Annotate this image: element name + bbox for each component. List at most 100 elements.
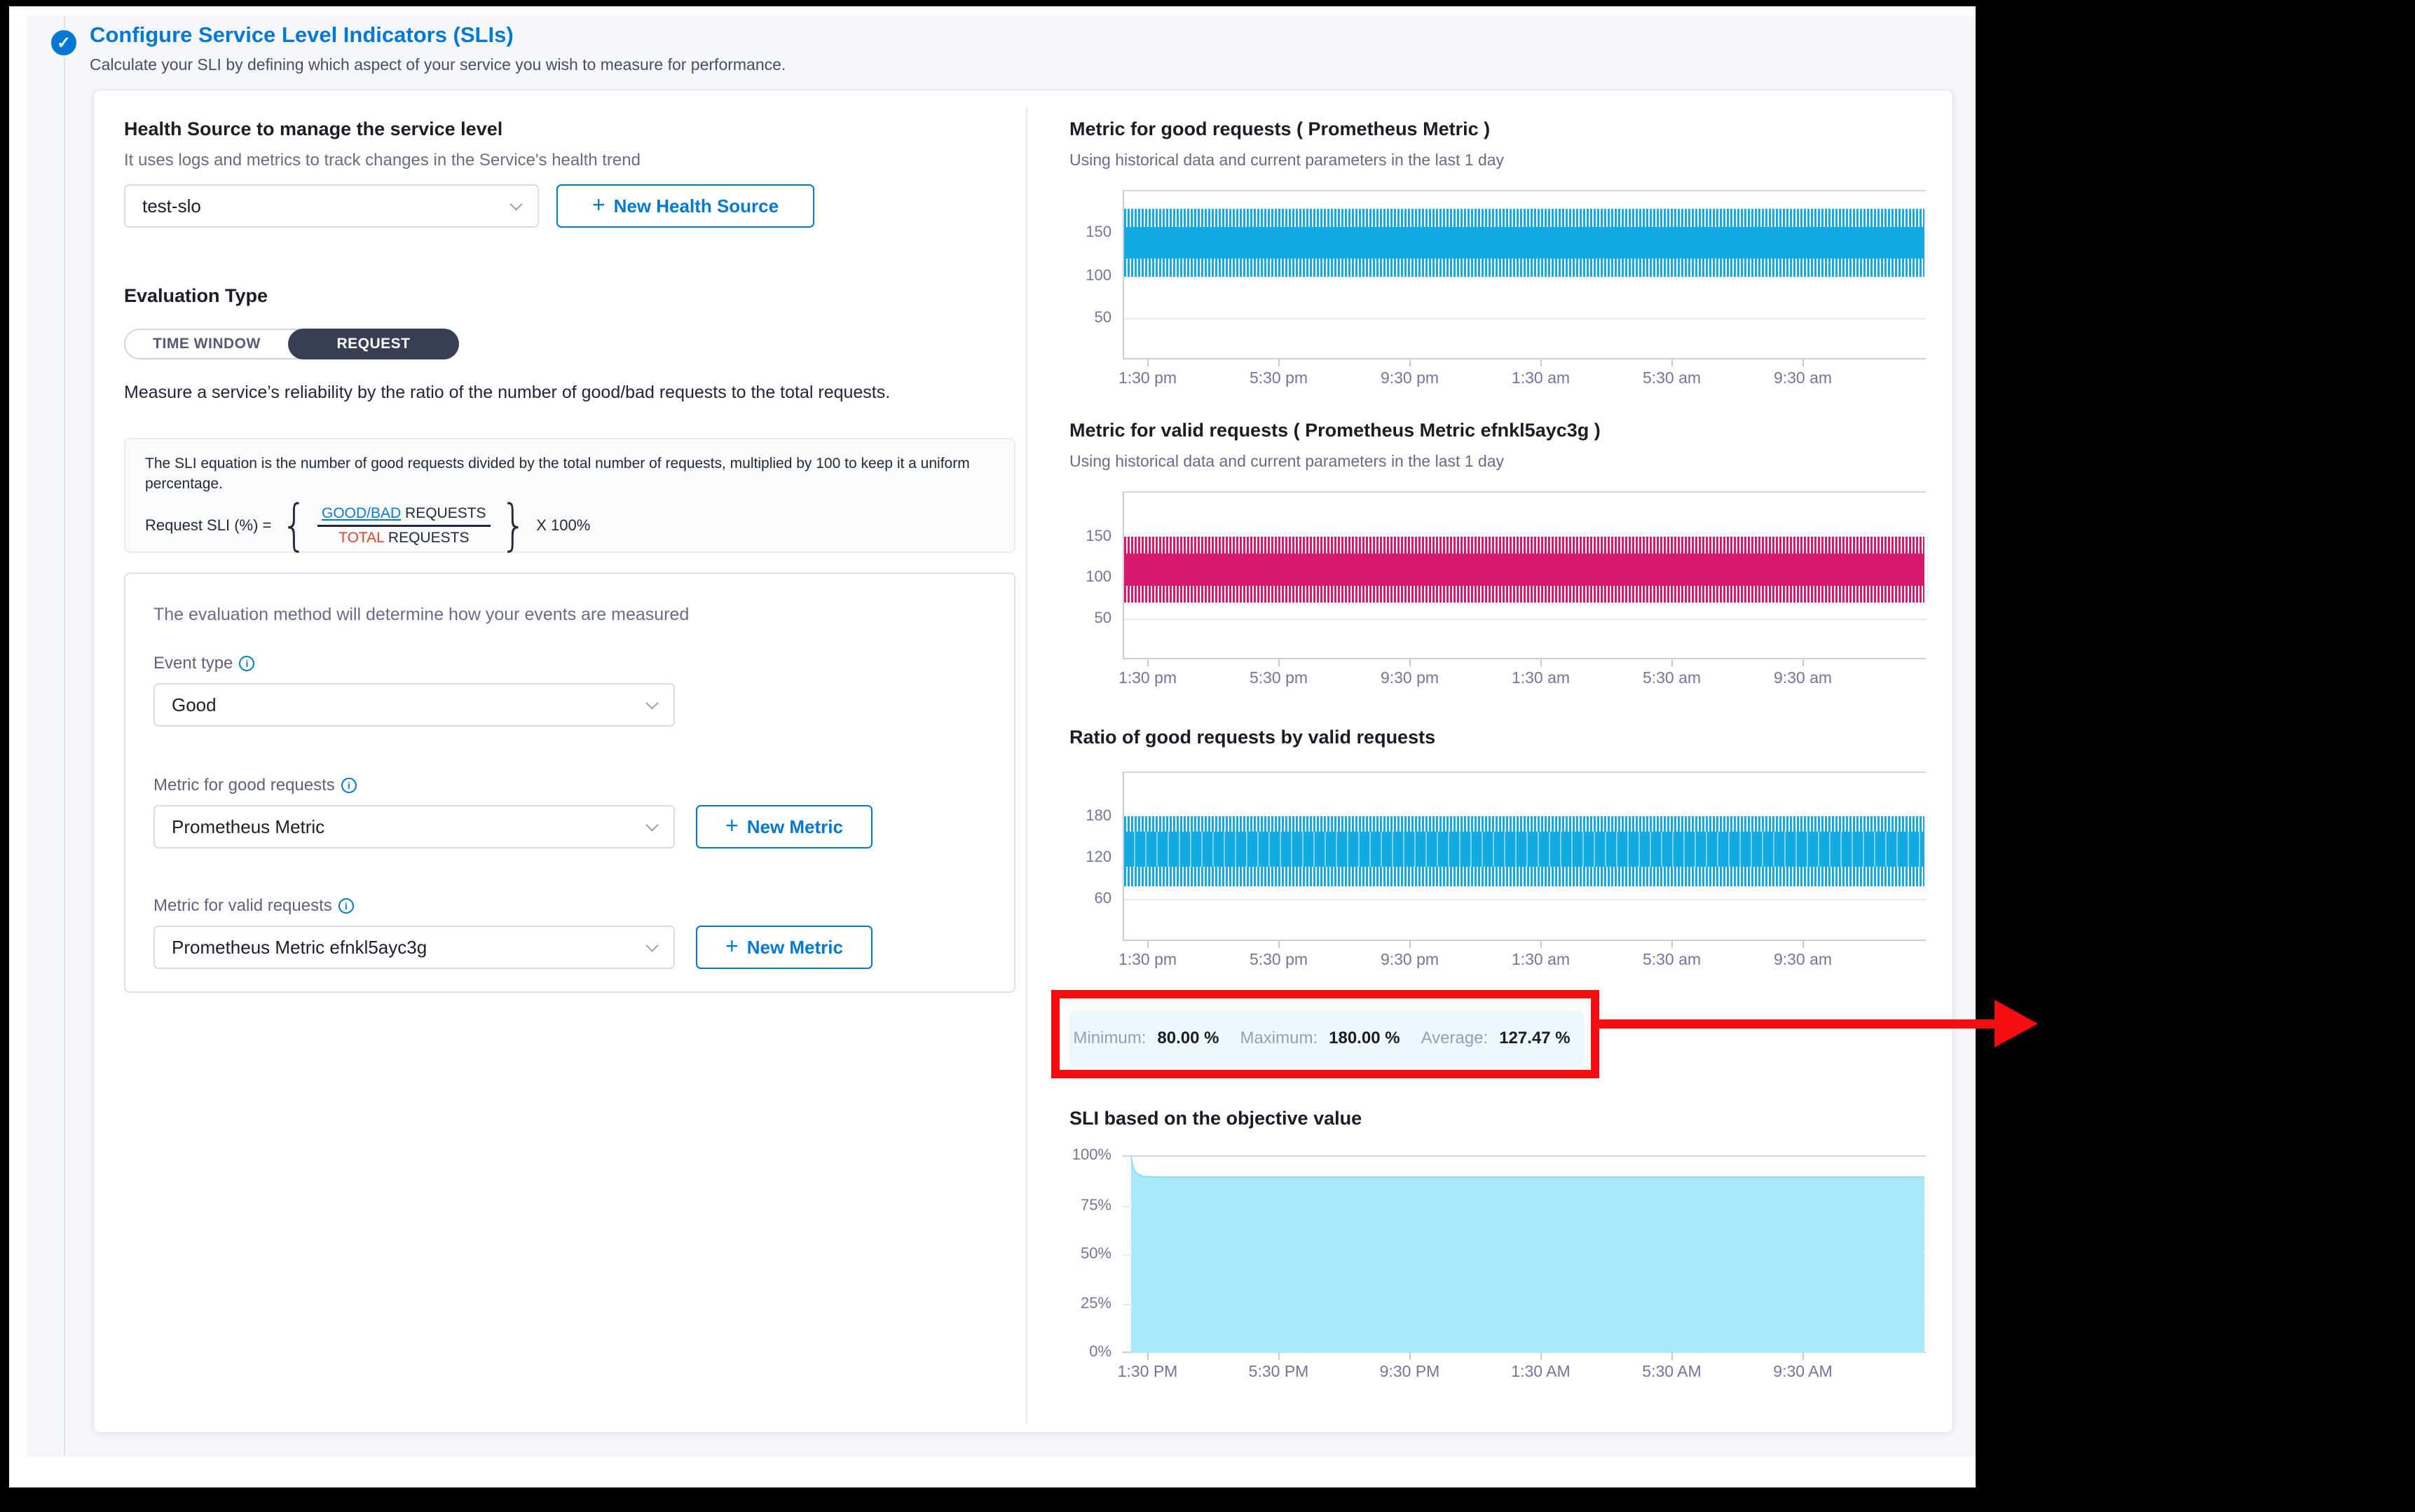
sli-equation-formula: Request SLI (%) = { GOOD/BAD REQUESTS TO… xyxy=(145,498,994,553)
chart-good-plot xyxy=(1123,190,1926,359)
event-type-select[interactable]: Good xyxy=(153,683,675,727)
health-source-select-value: test-slo xyxy=(142,195,201,217)
denominator-highlight: TOTAL xyxy=(338,530,384,546)
y-tick-label: 25% xyxy=(1062,1294,1111,1312)
x-tick-label: 5:30 AM xyxy=(1606,1362,1737,1381)
y-tick-label: 50% xyxy=(1062,1244,1111,1263)
evaluation-type-toggle: TIME WINDOW REQUEST xyxy=(124,329,459,359)
chart-good-band xyxy=(1124,209,1924,277)
denominator-rest: REQUESTS xyxy=(384,530,469,546)
new-metric-button-label: New Metric xyxy=(747,816,843,838)
x-tick-label: 1:30 am xyxy=(1475,950,1606,969)
chart-sli-title: SLI based on the objective value xyxy=(1069,1108,1362,1129)
chevron-down-icon xyxy=(645,939,658,951)
wizard-step-connector xyxy=(64,16,65,1455)
formula-numerator: GOOD/BAD REQUESTS xyxy=(317,505,491,527)
health-source-subheading: It uses logs and metrics to track change… xyxy=(124,151,641,170)
chart-ratio-title: Ratio of good requests by valid requests xyxy=(1069,727,1435,748)
app-page: ✓ Configure Service Level Indicators (SL… xyxy=(9,6,1976,1487)
x-tick-label: 9:30 pm xyxy=(1344,950,1475,969)
info-icon[interactable]: i xyxy=(338,898,354,914)
chart-valid-title: Metric for valid requests ( Prometheus M… xyxy=(1069,420,1601,441)
minimum-value: 80.00 % xyxy=(1157,1029,1219,1048)
metric-valid-select-value: Prometheus Metric efnkl5ayc3g xyxy=(172,937,427,958)
x-tick-label: 1:30 AM xyxy=(1475,1362,1606,1381)
metric-good-label-text: Metric for good requests xyxy=(153,776,335,795)
column-divider xyxy=(1026,107,1027,1424)
chart-sli-plot xyxy=(1123,1155,1926,1353)
chart-good-title: Metric for good requests ( Prometheus Me… xyxy=(1069,118,1490,140)
y-tick-label: 100 xyxy=(1069,266,1111,284)
chevron-down-icon xyxy=(645,696,658,709)
x-tick-label: 5:30 pm xyxy=(1213,369,1344,387)
metric-good-select[interactable]: Prometheus Metric xyxy=(153,805,675,848)
event-type-select-value: Good xyxy=(172,694,217,716)
chart-valid-plot xyxy=(1123,491,1926,659)
new-metric-good-button[interactable]: + New Metric xyxy=(696,805,873,848)
annotation-arrow-head-icon xyxy=(1995,1000,2038,1047)
x-tick-label: 9:30 AM xyxy=(1737,1362,1868,1381)
y-tick-label: 100 xyxy=(1069,568,1111,586)
evaluation-description: Measure a service’s reliability by the r… xyxy=(124,380,993,404)
annotation-arrow-line xyxy=(1598,1019,1995,1029)
x-tick-label: 9:30 am xyxy=(1737,369,1868,387)
step-complete-check-icon: ✓ xyxy=(49,28,78,57)
y-tick-label: 50 xyxy=(1069,609,1111,627)
sli-equation-box: The SLI equation is the number of good r… xyxy=(124,438,1015,553)
x-tick-label: 9:30 pm xyxy=(1344,668,1475,687)
info-icon[interactable]: i xyxy=(341,778,357,793)
chart-ratio-band xyxy=(1124,816,1924,886)
numerator-highlight: GOOD/BAD xyxy=(322,505,401,521)
y-tick-label: 100% xyxy=(1062,1146,1111,1164)
x-tick-label: 5:30 pm xyxy=(1213,950,1344,969)
x-tick-label: 5:30 am xyxy=(1606,369,1737,387)
new-metric-button-label: New Metric xyxy=(747,937,843,958)
page-title: Configure Service Level Indicators (SLIs… xyxy=(90,22,514,48)
chart-good-subtitle: Using historical data and current parame… xyxy=(1069,151,1504,170)
x-tick-label: 5:30 PM xyxy=(1213,1362,1344,1381)
chart-sli-area xyxy=(1123,1155,1926,1353)
chart-ratio-plot xyxy=(1123,771,1926,941)
average-value: 127.47 % xyxy=(1499,1029,1570,1048)
chart-valid-x-axis: 1:30 pm5:30 pm9:30 pm1:30 am5:30 am9:30 … xyxy=(1082,668,1868,687)
chart-sli-x-axis: 1:30 PM5:30 PM9:30 PM1:30 AM5:30 AM9:30 … xyxy=(1082,1362,1868,1381)
metric-good-select-value: Prometheus Metric xyxy=(172,816,324,838)
x-tick-label: 5:30 am xyxy=(1606,950,1737,969)
new-health-source-button-label: New Health Source xyxy=(614,195,779,217)
y-tick-label: 60 xyxy=(1069,889,1111,907)
ratio-stats-pill: Minimum: 80.00 % Maximum: 180.00 % Avera… xyxy=(1069,1010,1584,1066)
evaluation-method-note: The evaluation method will determine how… xyxy=(153,605,689,625)
y-tick-label: 150 xyxy=(1069,527,1111,545)
y-tick-label: 180 xyxy=(1069,806,1111,825)
maximum-label: Maximum: xyxy=(1240,1029,1318,1048)
x-tick-label: 9:30 pm xyxy=(1344,369,1475,387)
chevron-down-icon xyxy=(645,818,658,831)
numerator-rest: REQUESTS xyxy=(401,505,486,521)
x-tick-label: 1:30 am xyxy=(1475,668,1606,687)
chart-ratio-x-axis: 1:30 pm5:30 pm9:30 pm1:30 am5:30 am9:30 … xyxy=(1082,950,1868,969)
y-tick-label: 50 xyxy=(1069,308,1111,327)
y-tick-label: 75% xyxy=(1062,1196,1111,1214)
new-metric-valid-button[interactable]: + New Metric xyxy=(696,926,873,969)
x-tick-label: 1:30 pm xyxy=(1082,668,1213,687)
chart-valid-band xyxy=(1124,537,1924,603)
metric-valid-select[interactable]: Prometheus Metric efnkl5ayc3g xyxy=(153,926,675,969)
brace-right: } xyxy=(500,498,526,553)
x-tick-label: 1:30 pm xyxy=(1082,950,1213,969)
x-tick-label: 5:30 pm xyxy=(1213,668,1344,687)
metric-valid-label-text: Metric for valid requests xyxy=(153,896,332,916)
plus-icon: + xyxy=(725,813,739,839)
info-icon[interactable]: i xyxy=(239,656,254,671)
toggle-option-request[interactable]: REQUEST xyxy=(288,329,459,359)
new-health-source-button[interactable]: + New Health Source xyxy=(556,184,814,228)
event-type-label-text: Event type xyxy=(153,654,233,673)
metric-valid-label: Metric for valid requests i xyxy=(153,896,354,916)
sli-config-card: Health Source to manage the service leve… xyxy=(93,89,1954,1434)
y-tick-label: 120 xyxy=(1069,848,1111,866)
evaluation-type-heading: Evaluation Type xyxy=(124,285,268,307)
health-source-heading: Health Source to manage the service leve… xyxy=(124,118,502,140)
x-tick-label: 1:30 am xyxy=(1475,369,1606,387)
toggle-option-time-window[interactable]: TIME WINDOW xyxy=(125,330,288,358)
chart-good-x-axis: 1:30 pm5:30 pm9:30 pm1:30 am5:30 am9:30 … xyxy=(1082,369,1868,387)
health-source-select[interactable]: test-slo xyxy=(124,184,539,228)
